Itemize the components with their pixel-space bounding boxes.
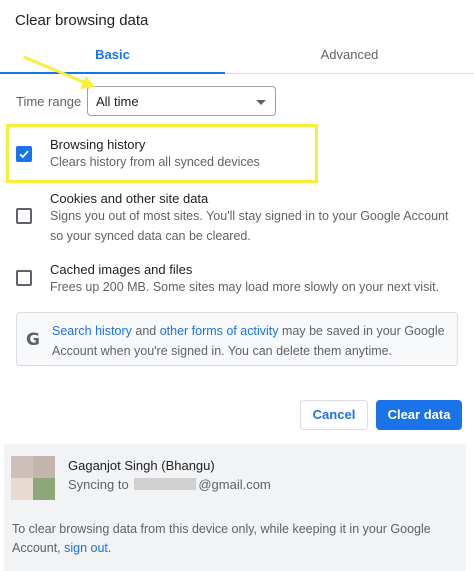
cookies-checkbox[interactable] xyxy=(16,208,32,224)
activity-info-text: Search history and other forms of activi… xyxy=(52,321,452,361)
time-range-label: Time range xyxy=(16,94,82,109)
sign-out-link[interactable]: sign out xyxy=(64,541,108,555)
clear-data-button[interactable]: Clear data xyxy=(376,400,462,430)
chevron-down-icon xyxy=(256,100,266,105)
time-range-row: Time range All time xyxy=(16,86,286,116)
dialog-title: Clear browsing data xyxy=(15,12,149,29)
tab-basic[interactable]: Basic xyxy=(0,42,225,74)
account-name: Gaganjot Singh (Bhangu) xyxy=(68,458,215,473)
cancel-button[interactable]: Cancel xyxy=(300,400,368,430)
highlight-box xyxy=(6,124,318,183)
time-range-value: All time xyxy=(96,94,139,109)
tab-bar: Basic Advanced xyxy=(0,42,474,74)
search-history-link[interactable]: Search history xyxy=(52,324,132,338)
redacted-email xyxy=(134,478,197,490)
account-footer: Gaganjot Singh (Bhangu) Syncing to @gmai… xyxy=(4,444,466,571)
sync-status: Syncing to @gmail.com xyxy=(68,477,271,492)
cached-images-desc: Frees up 200 MB. Some sites may load mor… xyxy=(50,280,440,294)
cached-images-title: Cached images and files xyxy=(50,262,193,277)
avatar xyxy=(11,456,55,500)
tab-advanced[interactable]: Advanced xyxy=(225,42,474,73)
other-activity-link[interactable]: other forms of activity xyxy=(160,324,279,338)
cached-images-checkbox[interactable] xyxy=(16,270,32,286)
time-range-select[interactable]: All time xyxy=(87,86,276,116)
google-g-icon: G xyxy=(26,330,40,350)
sign-out-note-end: . xyxy=(107,541,112,555)
activity-info-box: G Search history and other forms of acti… xyxy=(16,312,458,366)
info-text-and: and xyxy=(131,324,160,338)
sign-out-note: To clear browsing data from this device … xyxy=(12,520,452,558)
email-suffix: @gmail.com xyxy=(198,477,271,492)
sync-prefix: Syncing to xyxy=(68,477,133,492)
cookies-title: Cookies and other site data xyxy=(50,191,209,206)
cookies-desc: Signs you out of most sites. You'll stay… xyxy=(50,209,449,243)
